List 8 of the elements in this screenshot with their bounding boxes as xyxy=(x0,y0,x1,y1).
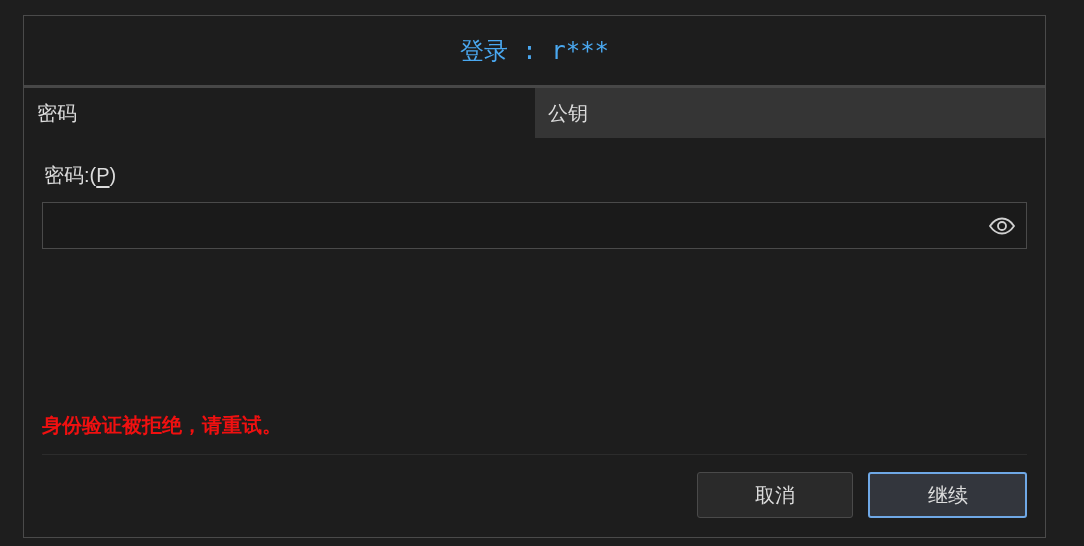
dialog-button[interactable]: 继续 xyxy=(868,472,1027,518)
field-label: 密码:(P) xyxy=(44,163,117,188)
dialog-title: 登录 : r*** xyxy=(459,35,610,67)
error-message: 身份验证被拒绝，请重试。 xyxy=(42,413,282,438)
dialog-button[interactable]: 取消 xyxy=(697,472,853,518)
tab[interactable]: 公钥 xyxy=(534,88,1045,138)
password-field[interactable] xyxy=(42,202,1027,249)
eye-icon[interactable] xyxy=(988,216,1016,235)
